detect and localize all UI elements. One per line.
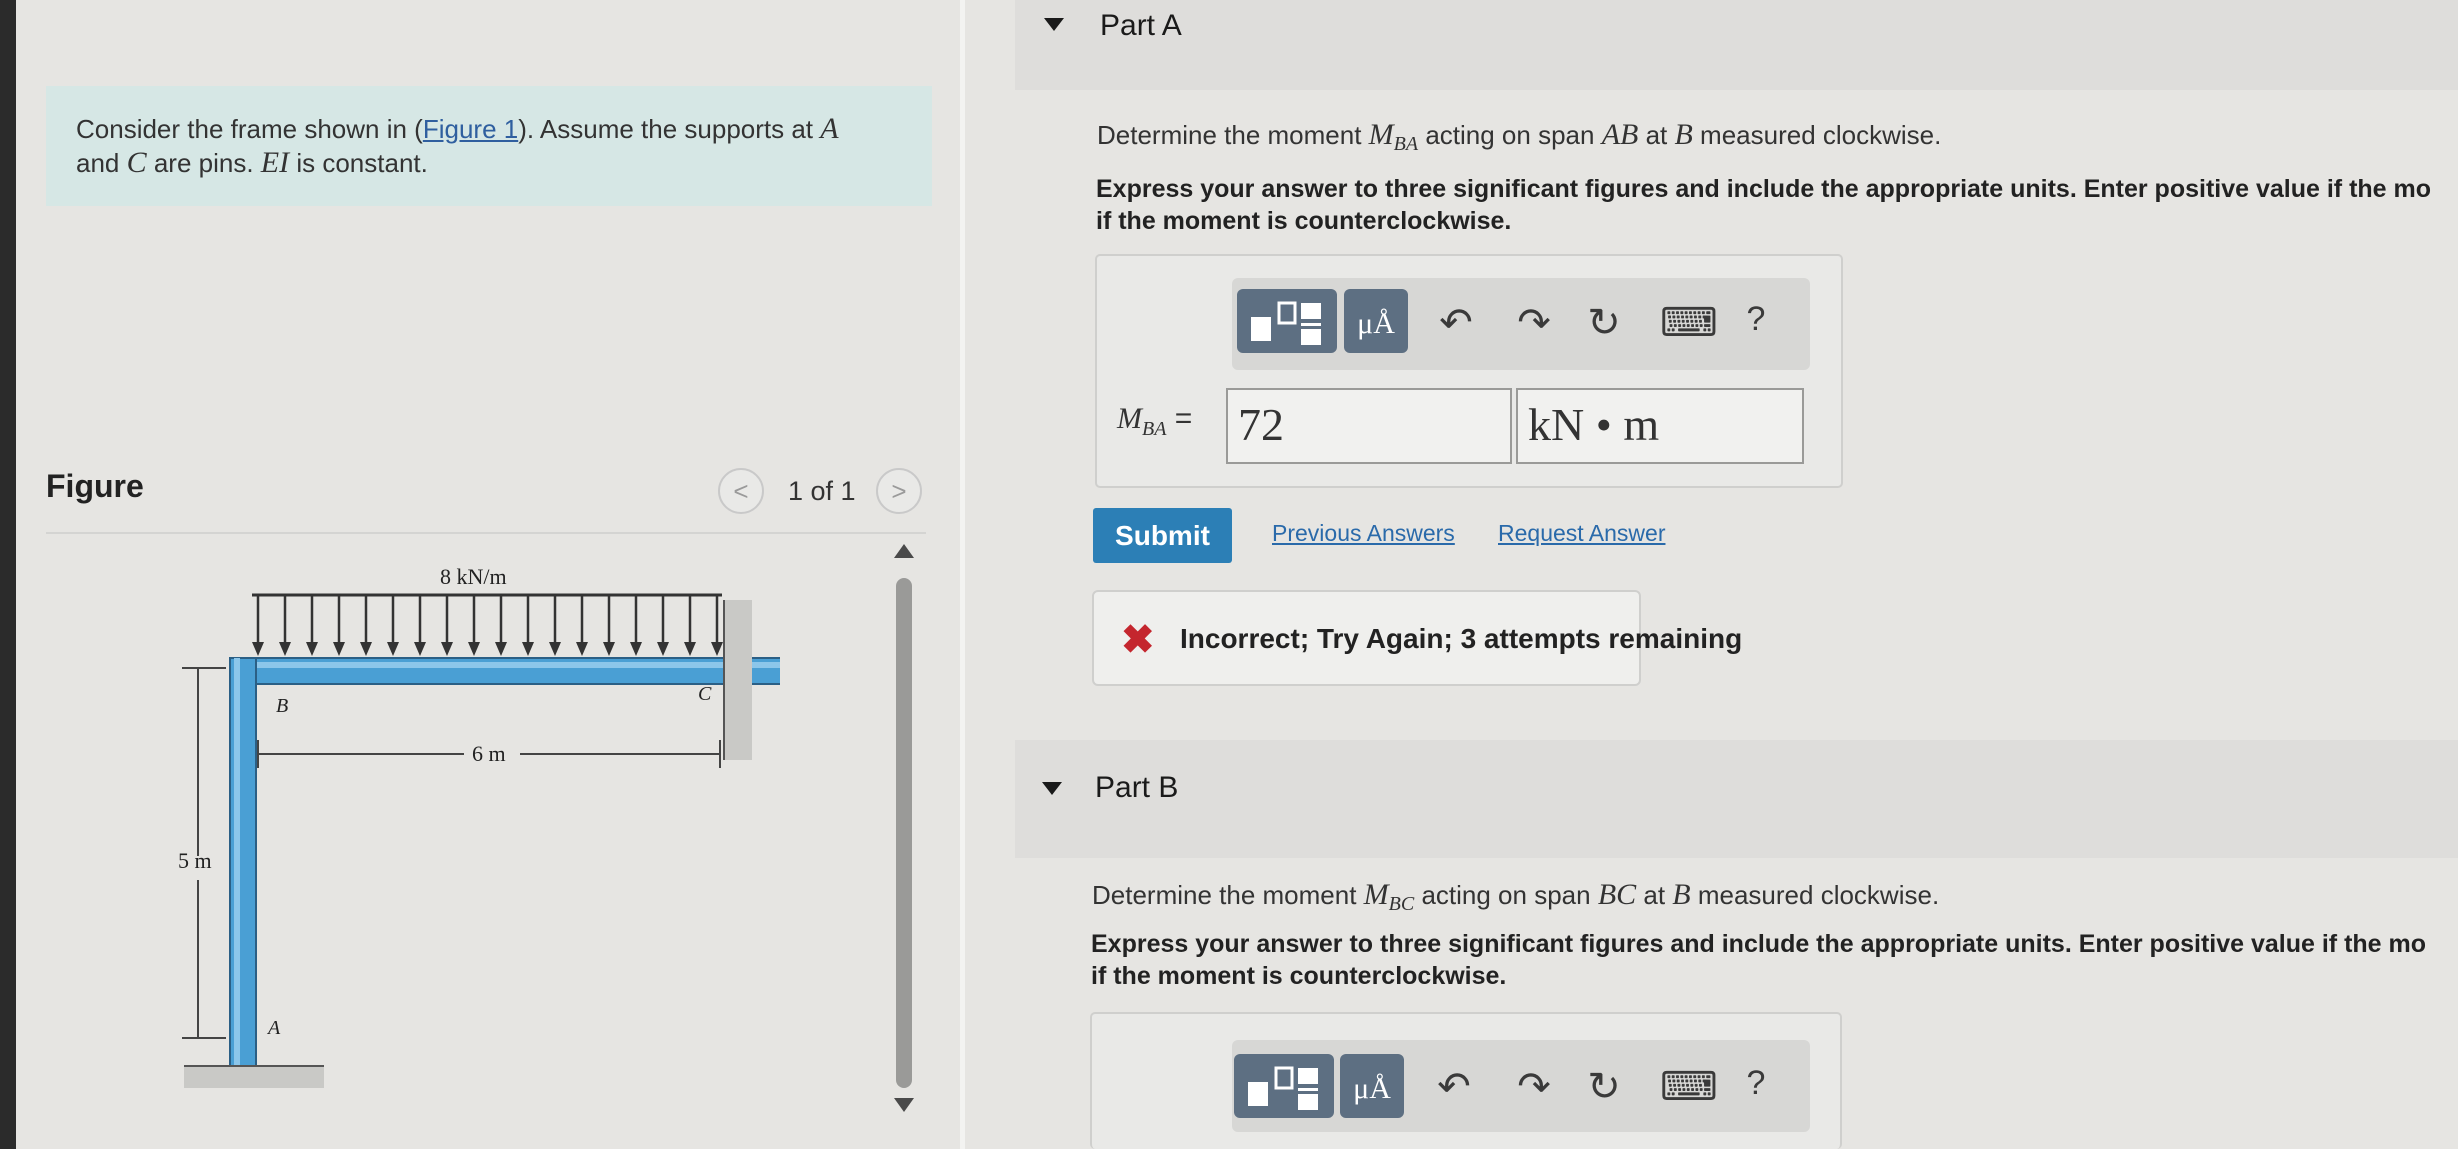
- templates-button[interactable]: [1237, 289, 1337, 353]
- redo-icon[interactable]: ↷: [1512, 300, 1556, 346]
- chevron-right-icon: >: [891, 476, 907, 506]
- load-arrow-head: [441, 642, 453, 656]
- scroll-up-arrow[interactable]: [894, 544, 914, 558]
- load-arrow-head: [333, 642, 345, 656]
- problem-statement: Consider the frame shown in (Figure 1). …: [76, 112, 839, 179]
- load-arrow-head: [549, 642, 561, 656]
- units-input[interactable]: kN • m: [1516, 388, 1804, 464]
- figure-title: Figure: [46, 468, 144, 504]
- load-arrow-head: [522, 642, 534, 656]
- load-arrow-head: [252, 642, 264, 656]
- figure-link[interactable]: Figure 1: [423, 114, 518, 144]
- templates-icon: [1248, 1066, 1318, 1110]
- part-b-title: Part B: [1095, 771, 1179, 804]
- symbols-button[interactable]: μÅ: [1340, 1054, 1404, 1118]
- chevron-left-icon: <: [733, 476, 749, 506]
- column-highlight: [234, 658, 240, 1066]
- load-arrows: [252, 595, 723, 656]
- collapse-caret-icon[interactable]: [1042, 782, 1062, 795]
- submit-button[interactable]: Submit: [1093, 508, 1232, 563]
- window-edge: [0, 0, 16, 1149]
- keyboard-icon[interactable]: ⌨: [1660, 300, 1718, 346]
- figure-pager-text: 1 of 1: [788, 476, 856, 506]
- redo-icon[interactable]: ↷: [1512, 1064, 1556, 1110]
- panel-divider[interactable]: [960, 0, 965, 1149]
- undo-icon[interactable]: ↶: [1432, 1064, 1476, 1110]
- load-arrow-head: [468, 642, 480, 656]
- help-icon[interactable]: ?: [1734, 300, 1778, 339]
- reset-icon[interactable]: ↻: [1582, 300, 1626, 346]
- load-arrow-head: [414, 642, 426, 656]
- load-arrow-head: [387, 642, 399, 656]
- previous-answers-link[interactable]: Previous Answers: [1272, 520, 1455, 547]
- load-arrow-head: [603, 642, 615, 656]
- height-label: 5 m: [178, 848, 212, 873]
- load-arrow-head: [657, 642, 669, 656]
- load-arrow-head: [711, 642, 723, 656]
- column-ab: [229, 657, 257, 1067]
- equation-label: MBA =: [1117, 402, 1193, 440]
- load-arrow-head: [576, 642, 588, 656]
- part-a-header[interactable]: [1015, 0, 2458, 90]
- part-a-question: Determine the moment MBA acting on span …: [1097, 118, 1942, 156]
- figure-scrollbar[interactable]: [896, 578, 912, 1088]
- point-c-label: C: [698, 683, 712, 705]
- reset-icon[interactable]: ↻: [1582, 1064, 1626, 1110]
- templates-button[interactable]: [1234, 1054, 1334, 1118]
- load-arrow-head: [684, 642, 696, 656]
- keyboard-icon[interactable]: ⌨: [1660, 1064, 1718, 1110]
- part-b-header[interactable]: [1015, 740, 2458, 858]
- figure-next-button[interactable]: >: [876, 468, 922, 514]
- point-b-label: B: [276, 695, 288, 717]
- load-arrow-head: [360, 642, 372, 656]
- undo-icon[interactable]: ↶: [1434, 300, 1478, 346]
- feedback-text: Incorrect; Try Again; 3 attempts remaini…: [1180, 623, 1743, 654]
- part-a-title: Part A: [1100, 9, 1182, 42]
- wall-c: [724, 600, 752, 760]
- load-arrow-head: [279, 642, 291, 656]
- point-a-label: A: [266, 1017, 281, 1039]
- value-input[interactable]: 72: [1226, 388, 1512, 464]
- help-icon[interactable]: ?: [1734, 1064, 1778, 1103]
- load-label: 8 kN/m: [440, 564, 507, 589]
- part-b-question: Determine the moment MBC acting on span …: [1092, 878, 1940, 916]
- figure-prev-button[interactable]: <: [718, 468, 764, 514]
- span-label: 6 m: [472, 741, 506, 766]
- beam-highlight: [230, 662, 780, 668]
- load-arrow-head: [306, 642, 318, 656]
- part-a-instructions: Express your answer to three significant…: [1096, 175, 2432, 235]
- collapse-caret-icon[interactable]: [1044, 18, 1064, 31]
- incorrect-icon: ✖: [1121, 618, 1155, 662]
- ground-a: [184, 1066, 324, 1088]
- load-arrow-head: [630, 642, 642, 656]
- beam-bc: [229, 657, 780, 685]
- part-b-instructions: Express your answer to three significant…: [1091, 930, 2427, 990]
- request-answer-link[interactable]: Request Answer: [1498, 520, 1665, 547]
- templates-icon: [1251, 301, 1321, 345]
- scroll-down-arrow[interactable]: [894, 1098, 914, 1112]
- frame-figure: 8 kN/m B C A 6 m 5 m: [178, 564, 780, 1088]
- load-arrow-head: [495, 642, 507, 656]
- symbols-button[interactable]: μÅ: [1344, 289, 1408, 353]
- figure-divider: [46, 532, 926, 534]
